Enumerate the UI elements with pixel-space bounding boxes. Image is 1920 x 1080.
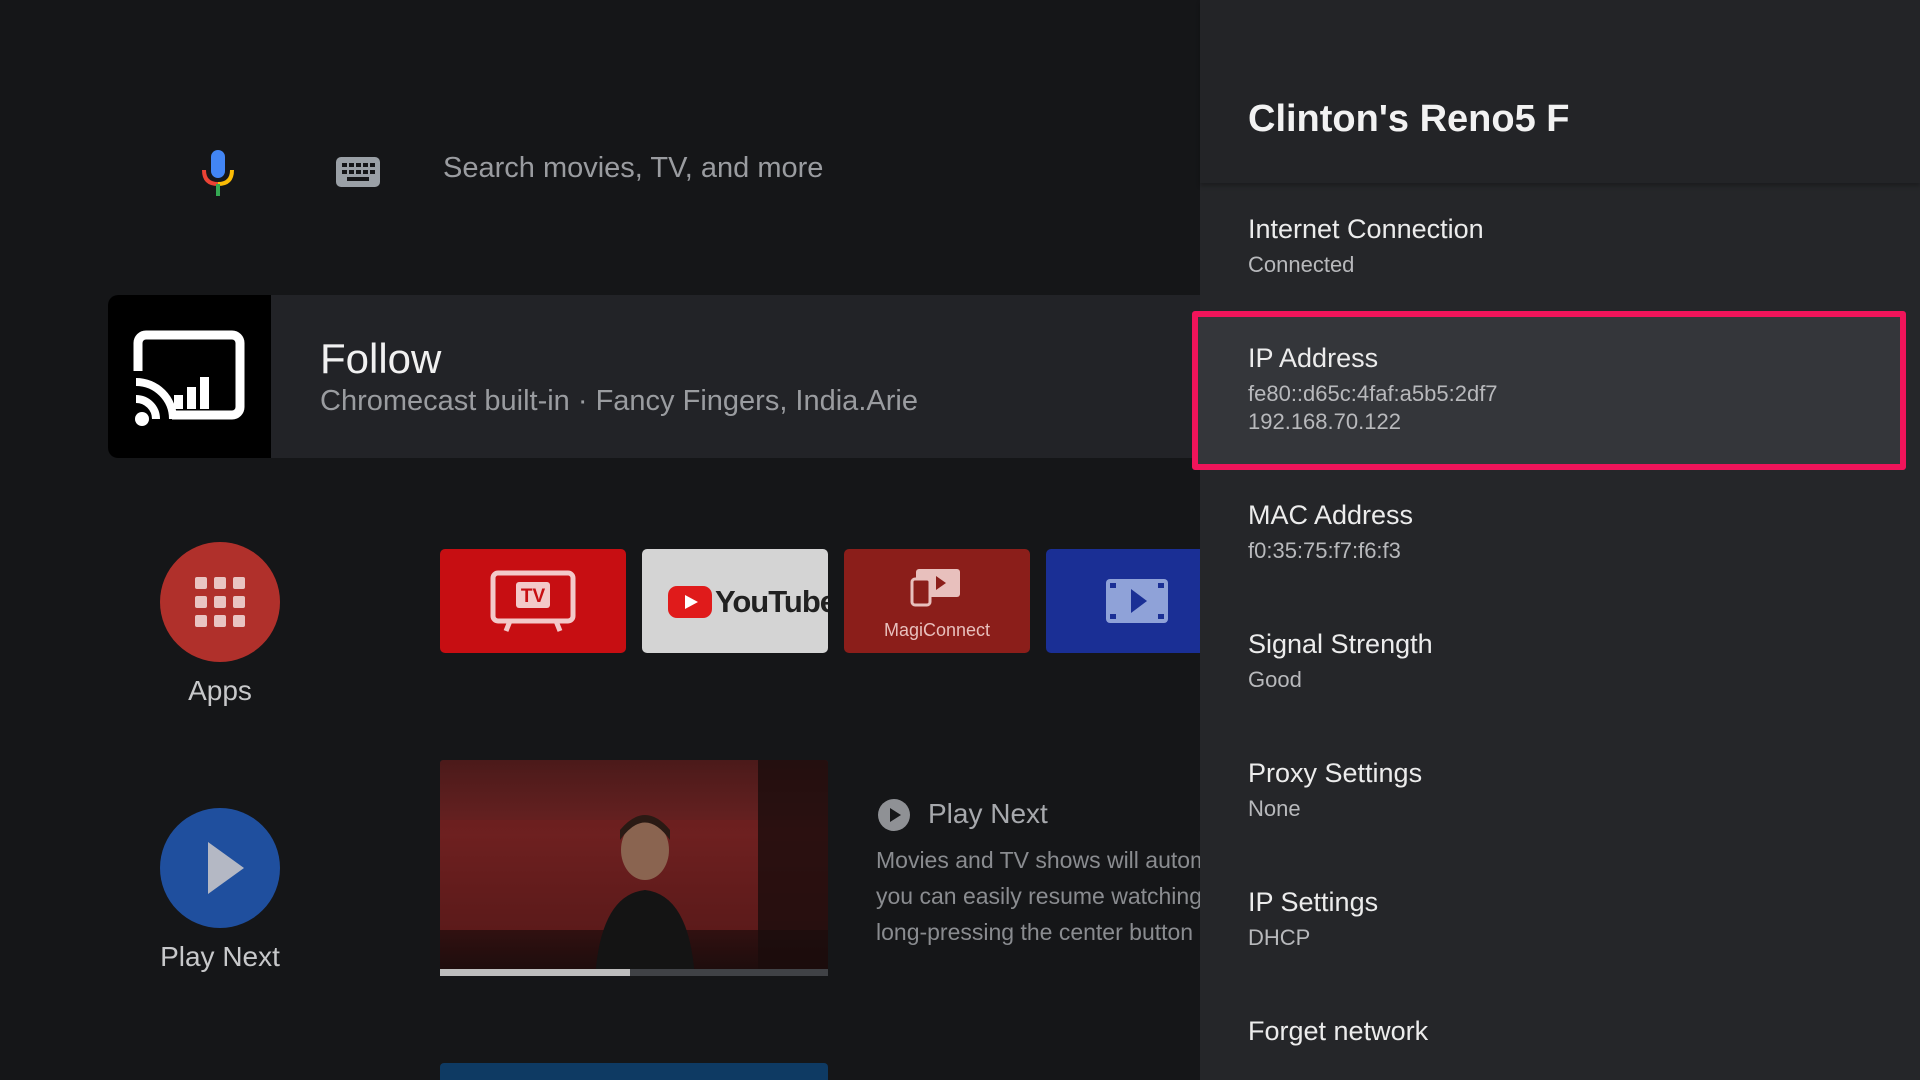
setting-label: Signal Strength [1248, 629, 1433, 659]
network-name-title: Clinton's Reno5 F [1248, 98, 1570, 140]
setting-label: Proxy Settings [1248, 758, 1423, 788]
play-next-desc-line: long-pressing the center button [876, 919, 1194, 945]
setting-forget-network[interactable]: Forget network [1200, 1016, 1920, 1080]
home-screen: Search movies, TV, and more Follow Chrom… [0, 0, 1200, 1080]
setting-value: None [1248, 796, 1301, 821]
setting-value: DHCP [1248, 925, 1311, 950]
play-next-desc-line: Movies and TV shows will autom [876, 847, 1200, 873]
tv-icon: TV [490, 570, 576, 632]
play-next-progress-fill [440, 969, 630, 976]
play-icon [208, 842, 244, 894]
play-next-desc-line: you can easily resume watching [876, 883, 1200, 909]
setting-label: Internet Connection [1248, 214, 1484, 244]
setting-value: f0:35:75:f7:f6:f3 [1248, 538, 1401, 563]
tv-app-text: TV [521, 586, 546, 607]
play-next-thumbnail[interactable] [440, 760, 828, 976]
magicconnect-app-tile[interactable]: MagiConnect [844, 549, 1030, 653]
magicconnect-label: MagiConnect [883, 620, 991, 640]
play-next-button[interactable] [160, 808, 280, 928]
play-next-description: Movies and TV shows will autom you can e… [876, 842, 1200, 950]
youtube-play-icon [668, 586, 712, 618]
play-circle-icon [878, 799, 910, 831]
cast-artwork [108, 295, 271, 458]
play-next-label: Play Next [160, 941, 280, 972]
search-input[interactable]: Search movies, TV, and more [443, 152, 823, 185]
focus-highlight-box [1192, 311, 1906, 470]
youtube-logo: YouTube [668, 584, 828, 620]
setting-label: Forget network [1248, 1016, 1429, 1046]
grid-icon [195, 577, 245, 627]
apps-label: Apps [188, 675, 252, 706]
setting-label: IP Settings [1248, 887, 1379, 917]
person-image [595, 815, 695, 976]
setting-proxy-settings[interactable]: Proxy Settings None [1200, 758, 1920, 887]
setting-signal-strength[interactable]: Signal Strength Good [1200, 629, 1920, 758]
microphone-icon[interactable] [200, 150, 236, 196]
video-icon [1106, 579, 1168, 623]
tv-app-tile[interactable]: TV [440, 549, 626, 653]
setting-label: MAC Address [1248, 500, 1414, 530]
setting-ip-settings[interactable]: IP Settings DHCP [1200, 887, 1920, 1016]
setting-value: Connected [1248, 252, 1355, 277]
now-playing-card[interactable] [108, 295, 1200, 458]
setting-value: Good [1248, 667, 1302, 692]
apps-button[interactable] [160, 542, 280, 662]
now-playing-title: Follow [320, 335, 442, 382]
setting-mac-address[interactable]: MAC Address f0:35:75:f7:f6:f3 [1200, 500, 1920, 629]
play-next-heading: Play Next [928, 798, 1048, 829]
magicconnect-icon [910, 569, 960, 607]
next-row-tile[interactable] [440, 1063, 828, 1080]
youtube-app-tile[interactable]: YouTube [642, 549, 828, 653]
cast-icon [128, 330, 245, 426]
video-app-tile[interactable] [1046, 549, 1200, 653]
panel-header: Clinton's Reno5 F [1200, 0, 1920, 183]
youtube-text: YouTube [715, 584, 828, 619]
keyboard-icon[interactable] [336, 157, 380, 187]
now-playing-subtitle: Chromecast built-in · Fancy Fingers, Ind… [320, 385, 918, 417]
